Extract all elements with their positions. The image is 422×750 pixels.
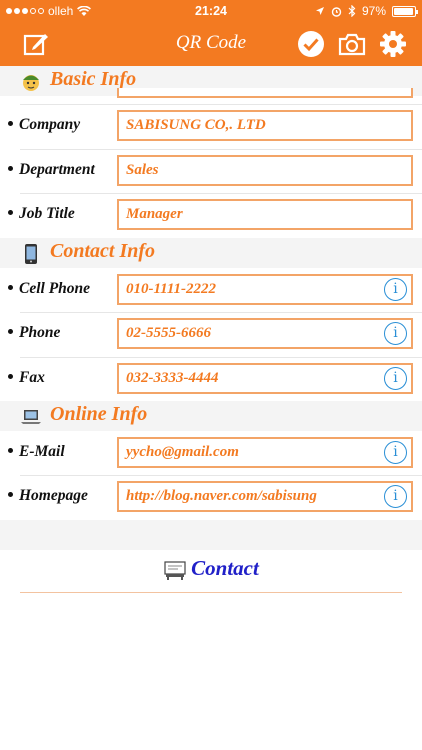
confirm-button[interactable] [297, 30, 325, 58]
company-field[interactable]: SABISUNG CO,. LTD [117, 110, 413, 141]
homepage-value: http://blog.naver.com/sabisung [126, 488, 317, 504]
contact-label: Contact [191, 556, 259, 580]
cell-phone-field[interactable]: 010-1111-2222 i [117, 274, 413, 305]
alarm-icon [331, 6, 342, 17]
phone-value: 02-5555-6666 [126, 325, 211, 341]
settings-button[interactable] [379, 30, 407, 58]
section-title-online: Online Info [50, 403, 148, 425]
bluetooth-icon [348, 5, 356, 17]
info-icon: i [393, 281, 398, 297]
row-label-company: Company [8, 116, 80, 134]
battery-percent: 97% [361, 4, 386, 18]
battery-fill [394, 7, 414, 15]
info-button-cell-phone[interactable]: i [384, 278, 407, 301]
row-label-department: Department [8, 161, 95, 179]
row-fax: Fax 032-3333-4444 i [0, 357, 422, 402]
person-emoji-icon [23, 75, 39, 91]
business-card-icon [164, 561, 186, 581]
email-field[interactable]: yycho@gmail.com i [117, 437, 413, 468]
location-arrow-icon [315, 7, 324, 15]
row-label-cell-phone: Cell Phone [8, 280, 90, 298]
info-icon: i [393, 488, 398, 504]
section-gap [0, 520, 422, 550]
cell-phone-value: 010-1111-2222 [126, 281, 217, 297]
row-email: E-Mail yycho@gmail.com i [0, 431, 422, 476]
department-field[interactable]: Sales [117, 155, 413, 186]
section-header-contact: Contact Info [0, 238, 422, 268]
row-department: Department Sales [0, 149, 422, 194]
row-homepage: Homepage http://blog.naver.com/sabisung … [0, 475, 422, 520]
nav-bar: QR Code [0, 22, 422, 66]
battery-icon [392, 5, 418, 17]
camera-icon [338, 33, 366, 56]
status-right: 97% [315, 4, 418, 18]
info-button-fax[interactable]: i [384, 367, 407, 390]
row-phone: Phone 02-5555-6666 i [0, 312, 422, 357]
row-job-title: Job Title Manager [0, 193, 422, 238]
job-title-field[interactable]: Manager [117, 199, 413, 230]
row-label-fax: Fax [8, 369, 45, 387]
checkmark-icon [298, 31, 324, 57]
divider [20, 592, 402, 593]
homepage-field[interactable]: http://blog.naver.com/sabisung i [117, 481, 413, 512]
row-label-job-title: Job Title [8, 205, 75, 223]
section-title-contact: Contact Info [50, 240, 156, 262]
info-button-email[interactable]: i [384, 441, 407, 464]
info-icon: i [393, 325, 398, 341]
info-icon: i [393, 370, 398, 386]
info-button-phone[interactable]: i [384, 322, 407, 345]
camera-button[interactable] [338, 30, 366, 58]
email-value: yycho@gmail.com [126, 444, 239, 460]
row-label-email: E-Mail [8, 443, 65, 461]
info-button-homepage[interactable]: i [384, 485, 407, 508]
top-bar: olleh 21:24 97% QR Code [0, 0, 422, 66]
info-icon: i [393, 444, 398, 460]
gear-icon [380, 31, 406, 57]
field-clipped[interactable] [117, 88, 413, 98]
phone-emoji-icon [25, 244, 37, 264]
row-label-phone: Phone [8, 324, 60, 342]
row-cell-phone: Cell Phone 010-1111-2222 i [0, 268, 422, 313]
phone-field[interactable]: 02-5555-6666 i [117, 318, 413, 349]
fax-value: 032-3333-4444 [126, 370, 219, 386]
row-label-homepage: Homepage [8, 487, 88, 505]
fax-field[interactable]: 032-3333-4444 i [117, 363, 413, 394]
contact-button[interactable]: Contact [0, 556, 422, 581]
laptop-emoji-icon [21, 410, 41, 424]
section-header-online: Online Info [0, 401, 422, 431]
row-company: Company SABISUNG CO,. LTD [0, 104, 422, 149]
status-bar: olleh 21:24 97% [0, 0, 422, 22]
